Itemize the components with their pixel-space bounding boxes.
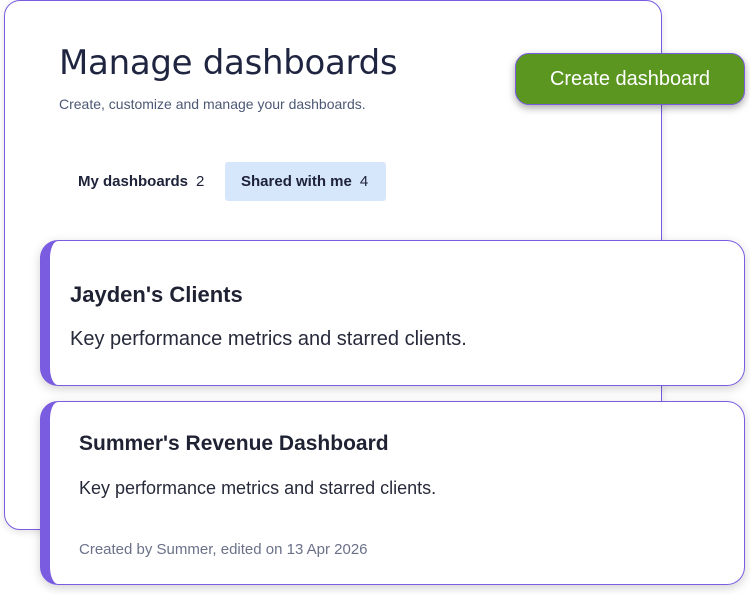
- dashboard-card[interactable]: Jayden's Clients Key performance metrics…: [40, 240, 745, 386]
- dashboard-card-description: Key performance metrics and starred clie…: [79, 478, 437, 498]
- tab-my-dashboards[interactable]: My dashboards 2: [62, 162, 220, 201]
- page-title: Manage dashboards: [59, 43, 398, 83]
- dashboard-card-title: Summer's Revenue Dashboard: [79, 432, 389, 455]
- tab-label: Shared with me: [241, 173, 352, 190]
- dashboard-card-description: Key performance metrics and starred clie…: [70, 328, 467, 350]
- tab-count: 4: [359, 173, 369, 190]
- dashboard-card-meta: Created by Summer, edited on 13 Apr 2026: [79, 541, 368, 558]
- create-dashboard-button[interactable]: Create dashboard: [515, 53, 745, 105]
- tab-shared-with-me[interactable]: Shared with me 4: [225, 162, 386, 201]
- page-subtitle: Create, customize and manage your dashbo…: [59, 96, 366, 112]
- dashboard-card[interactable]: Summer's Revenue Dashboard Key performan…: [40, 401, 745, 585]
- tab-count: 2: [196, 173, 205, 190]
- tab-label: My dashboards: [78, 173, 189, 190]
- stage: Manage dashboards Create, customize and …: [0, 0, 750, 594]
- dashboard-card-title: Jayden's Clients: [70, 282, 243, 307]
